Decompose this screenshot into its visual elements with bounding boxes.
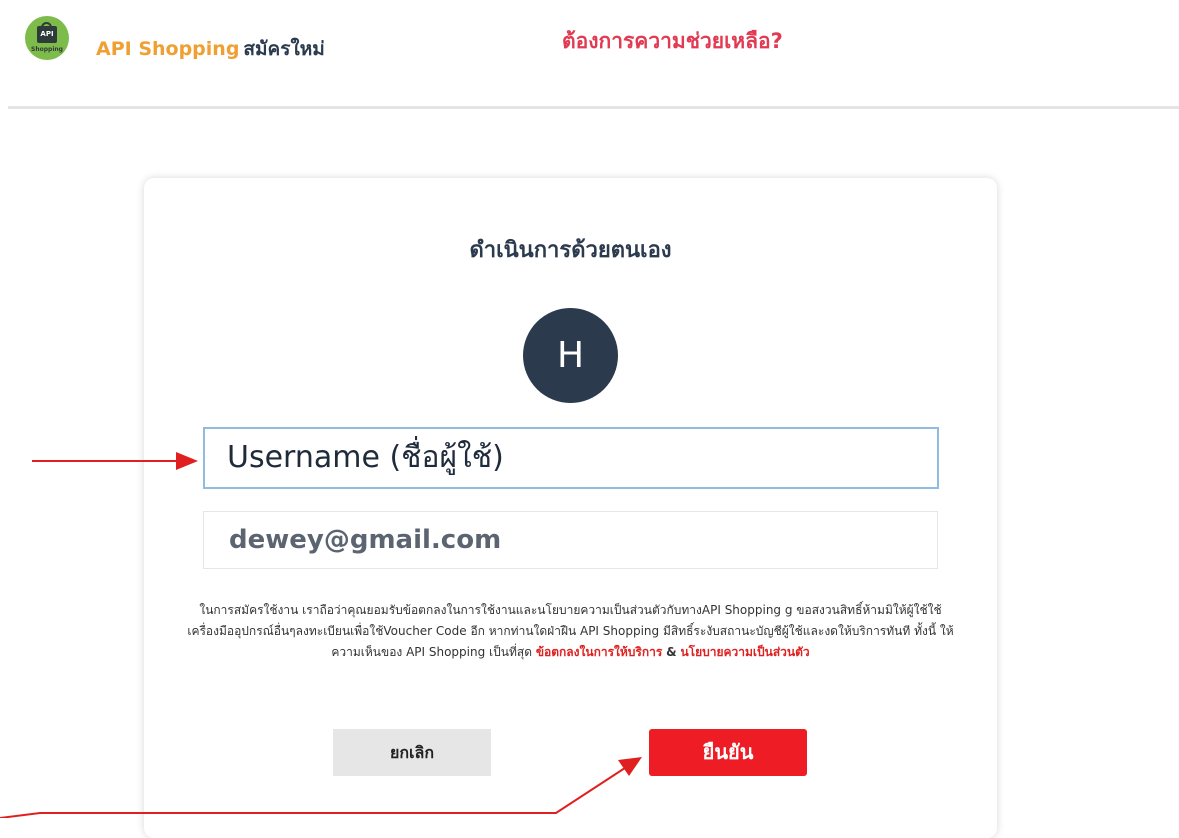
username-input[interactable]: Username (ชื่อผู้ใช้) [203, 427, 939, 489]
privacy-policy-link[interactable]: นโยบายความเป็นส่วนตัว [680, 645, 809, 659]
card-title: ดำเนินการด้วยตนเอง [469, 238, 672, 263]
terms-of-service-link[interactable]: ข้อตกลงในการให้บริการ [536, 645, 662, 659]
brand-title: API Shopping สมัครใหม่ [96, 34, 325, 64]
terms-ampersand: & [666, 645, 677, 659]
logo-text: API [40, 30, 54, 38]
brand-name: API Shopping [96, 38, 240, 60]
help-link[interactable]: ต้องการความช่วยเหลือ? [562, 25, 783, 58]
brand-signup-label: สมัครใหม่ [243, 38, 325, 60]
logo-subtext: Shopping [31, 46, 63, 53]
header-divider [8, 106, 1179, 109]
email-input[interactable]: dewey@gmail.com [203, 511, 938, 569]
api-shopping-logo[interactable]: API Shopping [25, 16, 69, 60]
terms-text: ในการสมัครใช้งาน เราถือว่าคุณยอมรับข้อตก… [184, 600, 957, 663]
signup-card: ดำเนินการด้วยตนเอง H Username (ชื่อผู้ใช… [144, 178, 997, 838]
cancel-button[interactable]: ยกเลิก [333, 729, 491, 776]
header: API Shopping API Shopping สมัครใหม่ ต้องก… [0, 0, 1179, 106]
avatar: H [523, 308, 618, 403]
confirm-button[interactable]: ยืนยัน [649, 729, 807, 776]
